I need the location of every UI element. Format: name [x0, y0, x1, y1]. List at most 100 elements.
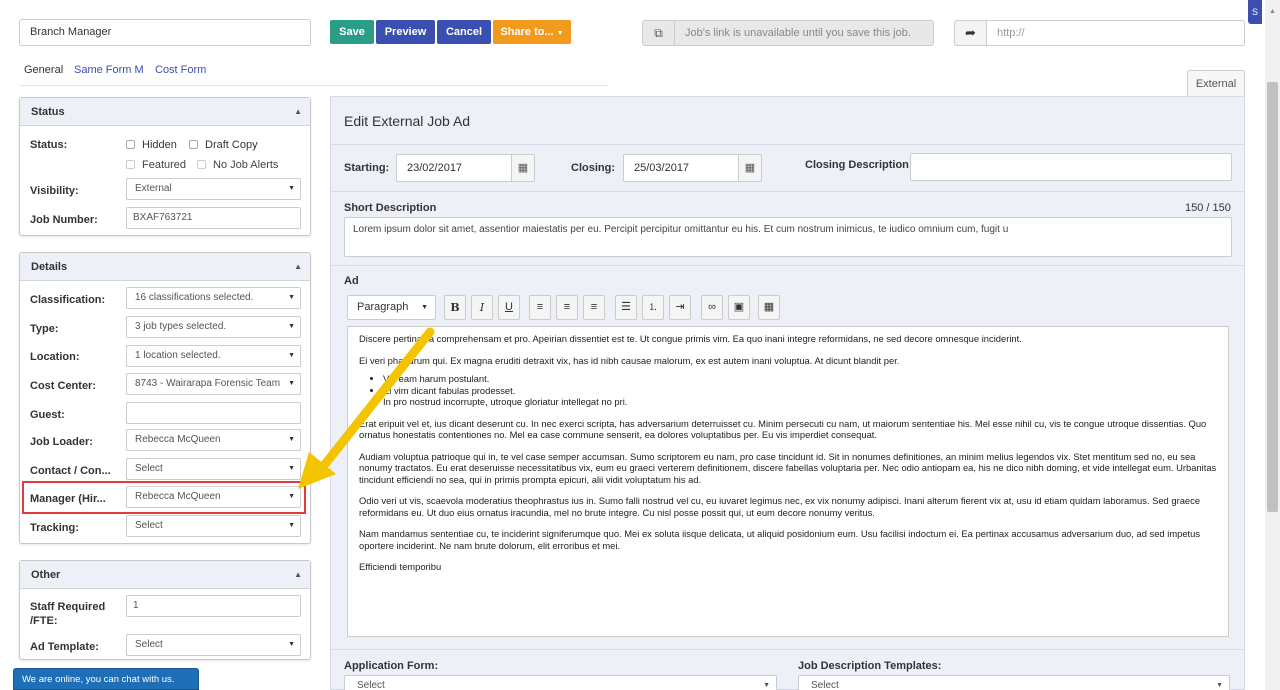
draft-copy-checkbox[interactable]: Draft Copy — [189, 139, 258, 151]
job-description-templates-select[interactable]: Select ▼ — [798, 675, 1230, 690]
no-job-alerts-checkbox-label: No Job Alerts — [213, 159, 279, 171]
status-panel-header[interactable]: Status ▲ — [20, 98, 310, 126]
bullet-list-icon[interactable]: ☰ — [615, 295, 637, 320]
dropdown-arrow-icon: ▼ — [288, 294, 295, 301]
preview-button[interactable]: Preview — [376, 20, 435, 44]
visibility-value: External — [135, 183, 172, 194]
closing-description-input[interactable] — [910, 153, 1232, 181]
draft-copy-checkbox-label: Draft Copy — [205, 139, 258, 151]
details-panel-header[interactable]: Details ▲ — [20, 253, 310, 281]
manager-highlight-box — [22, 481, 306, 514]
checkbox-icon — [126, 140, 135, 149]
cost-center-select[interactable]: 8743 - Wairarapa Forensic Team ▼ — [126, 373, 301, 395]
collapse-icon[interactable]: ▲ — [294, 98, 302, 126]
no-job-alerts-checkbox[interactable]: No Job Alerts — [197, 159, 278, 171]
starting-date-input[interactable]: 23/02/2017 — [396, 154, 514, 182]
share-arrow-icon[interactable]: ➦ — [954, 20, 986, 46]
numbered-list-icon[interactable]: ⒈ — [642, 295, 664, 320]
short-description-textarea[interactable]: Lorem ipsum dolor sit amet, assentior ma… — [344, 217, 1232, 257]
side-panel-toggle[interactable]: S — [1248, 0, 1262, 24]
job-loader-value: Rebecca McQueen — [135, 434, 221, 445]
cost-center-value: 8743 - Wairarapa Forensic Team — [135, 378, 281, 389]
staff-required-label: Staff Required — [30, 601, 106, 613]
contact-select[interactable]: Select ▼ — [126, 458, 301, 480]
ad-label: Ad — [344, 275, 359, 287]
checkbox-icon — [197, 160, 206, 169]
divider — [331, 649, 1244, 650]
cancel-button[interactable]: Cancel — [437, 20, 491, 44]
table-icon[interactable]: ▦ — [758, 295, 780, 320]
scrollbar-thumb[interactable] — [1267, 82, 1278, 512]
tracking-select[interactable]: Select ▼ — [126, 515, 301, 537]
job-number-input[interactable]: BXAF763721 — [126, 207, 301, 229]
align-left-icon[interactable]: ≡ — [529, 295, 551, 320]
copy-link-icon[interactable]: ⧉ — [642, 20, 674, 46]
status-panel: Status ▲ Status: Hidden Draft Copy Featur… — [19, 97, 311, 236]
location-select[interactable]: 1 location selected. ▼ — [126, 345, 301, 367]
visibility-select[interactable]: External ▼ — [126, 178, 301, 200]
edit-job-ad-panel: Edit External Job Ad Starting: 23/02/201… — [330, 96, 1245, 690]
align-center-icon[interactable]: ≡ — [556, 295, 578, 320]
featured-checkbox-label: Featured — [142, 159, 187, 171]
scroll-up-icon[interactable]: ▲ — [1267, 8, 1278, 15]
divider — [331, 265, 1244, 266]
ad-editor[interactable]: Discere pertinacia comprehensam et pro. … — [347, 326, 1229, 637]
save-button[interactable]: Save — [330, 20, 374, 44]
underline-icon[interactable]: U — [498, 295, 520, 320]
dropdown-arrow-icon: ▼ — [288, 522, 295, 529]
closing-label: Closing: — [571, 162, 615, 174]
location-label: Location: — [30, 351, 80, 363]
hidden-checkbox-label: Hidden — [142, 139, 177, 151]
job-description-templates-label: Job Description Templates: — [798, 660, 942, 672]
job-number-label: Job Number: — [30, 214, 98, 226]
classification-select[interactable]: 16 classifications selected. ▼ — [126, 287, 301, 309]
chat-widget[interactable]: We are online, you can chat with us. — [13, 668, 199, 690]
dropdown-arrow-icon: ▼ — [421, 304, 428, 311]
dropdown-arrow-icon: ▼ — [288, 185, 295, 192]
italic-icon[interactable]: I — [471, 295, 493, 320]
job-loader-label: Job Loader: — [30, 436, 93, 448]
url-input[interactable]: http:// — [986, 20, 1245, 46]
editor-paragraph: Efficiendi temporibu — [359, 561, 442, 572]
list-item: In pro nostrud incorrupte, utroque glori… — [383, 396, 1217, 408]
align-justify-icon[interactable]: ≡ — [583, 295, 605, 320]
type-select[interactable]: 3 job types selected. ▼ — [126, 316, 301, 338]
indent-icon[interactable]: ⇥ — [669, 295, 691, 320]
collapse-icon[interactable]: ▲ — [294, 253, 302, 281]
other-panel-title: Other — [31, 569, 61, 581]
paragraph-format-select[interactable]: Paragraph ▼ — [347, 295, 436, 320]
tab-general[interactable]: General — [24, 64, 63, 76]
staff-required-input[interactable]: 1 — [126, 595, 301, 617]
job-description-templates-value: Select — [811, 680, 839, 690]
tab-cost-form[interactable]: Cost Form — [155, 64, 206, 76]
bold-icon[interactable]: B — [444, 295, 466, 320]
collapse-icon[interactable]: ▲ — [294, 561, 302, 589]
caret-down-icon: ▼ — [556, 30, 564, 37]
cost-center-label: Cost Center: — [30, 380, 97, 392]
application-form-select[interactable]: Select ▼ — [344, 675, 777, 690]
side-panel-toggle-label: S — [1251, 7, 1258, 17]
contact-value: Select — [135, 463, 163, 474]
job-loader-select[interactable]: Rebecca McQueen ▼ — [126, 429, 301, 451]
featured-checkbox[interactable]: Featured — [126, 159, 186, 171]
tracking-label: Tracking: — [30, 522, 79, 534]
guest-input[interactable] — [126, 402, 301, 424]
calendar-icon[interactable]: ▦ — [511, 154, 535, 182]
image-icon[interactable]: ▣ — [728, 295, 750, 320]
visibility-label: Visibility: — [30, 185, 79, 197]
job-title-input[interactable]: Branch Manager — [19, 19, 311, 46]
tab-same-form[interactable]: Same Form M — [74, 64, 144, 76]
link-icon[interactable]: ∞ — [701, 295, 723, 320]
share-to-button[interactable]: Share to... ▼ — [493, 20, 571, 44]
status-label: Status: — [30, 139, 68, 151]
share-to-label: Share to... — [500, 26, 554, 38]
tab-external[interactable]: External — [1187, 70, 1245, 96]
ad-template-select[interactable]: Select ▼ — [126, 634, 301, 656]
other-panel-header[interactable]: Other ▲ — [20, 561, 310, 589]
calendar-icon[interactable]: ▦ — [738, 154, 762, 182]
left-tab-bar: General Same Form M Cost Form — [19, 64, 609, 86]
tracking-value: Select — [135, 520, 163, 531]
hidden-checkbox[interactable]: Hidden — [126, 139, 177, 151]
checkbox-icon — [189, 140, 198, 149]
closing-date-input[interactable]: 25/03/2017 — [623, 154, 741, 182]
